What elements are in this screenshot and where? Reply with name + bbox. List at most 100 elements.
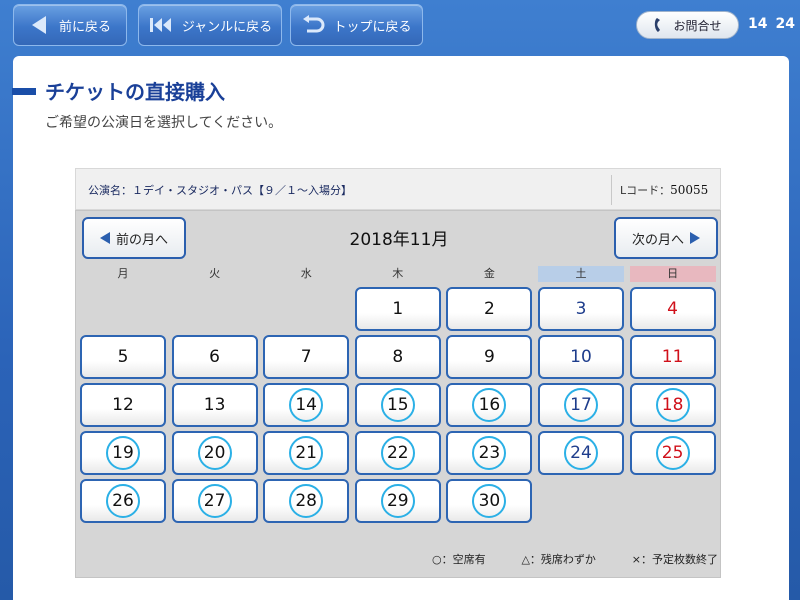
performance-name: 公演名：１デイ・スタジオ・パス【９／１〜入場分】 xyxy=(88,184,352,197)
calendar-day-20[interactable]: 20 xyxy=(171,431,258,475)
calendar-day-5[interactable]: 5 xyxy=(80,335,166,379)
calendar-day-number: 18 xyxy=(655,388,690,422)
legend-sold-out: ×：予定枚数終了 xyxy=(631,553,718,566)
calendar-day-25[interactable]: 25 xyxy=(629,431,716,475)
calendar-day-27[interactable]: 27 xyxy=(171,479,258,523)
calendar-day-number: 2 xyxy=(483,299,495,319)
calendar-day-number: 17 xyxy=(564,388,598,422)
skip-back-icon xyxy=(149,18,171,32)
back-button-label: 前に戻る xyxy=(58,19,111,35)
weekday-header-mon: 月 xyxy=(117,267,129,280)
calendar-day-number: 1 xyxy=(392,299,404,319)
calendar-day-number: 24 xyxy=(564,436,598,470)
calendar-day-number: 14 xyxy=(289,388,324,422)
calendar-day-number: 30 xyxy=(472,484,507,518)
weekday-header-sat: 土 xyxy=(538,266,624,282)
weekday-header-fri: 金 xyxy=(483,267,495,280)
calendar-day-21[interactable]: 21 xyxy=(263,431,350,475)
next-month-label: 次の月へ xyxy=(631,232,684,248)
calendar-day-29[interactable]: 29 xyxy=(354,479,441,523)
triangle-right-icon xyxy=(690,232,700,244)
calendar-day-number: 13 xyxy=(203,395,226,415)
clock: 14 24 xyxy=(748,13,796,35)
calendar-day-number: 10 xyxy=(570,347,592,367)
weekday-header-tue: 火 xyxy=(209,267,221,280)
calendar-day-number: 3 xyxy=(575,299,587,319)
calendar-day-24[interactable]: 24 xyxy=(538,431,624,475)
clock-hour: 14 xyxy=(748,16,768,32)
legend-available: ○：空席有 xyxy=(432,553,486,566)
calendar-day-number: 28 xyxy=(289,484,324,518)
calendar-day-number: 8 xyxy=(392,347,404,367)
calendar-day-number: 20 xyxy=(197,436,232,470)
back-to-top-button[interactable]: トップに戻る xyxy=(290,4,423,46)
calendar-day-number: 4 xyxy=(667,299,678,319)
calendar-day-22[interactable]: 22 xyxy=(354,431,441,475)
calendar-day-7[interactable]: 7 xyxy=(263,335,350,379)
phone-icon xyxy=(655,18,661,32)
legend: ○：空席有 △：残席わずか ×：予定枚数終了 xyxy=(432,551,718,567)
calendar-day-number: 16 xyxy=(472,388,507,422)
arrow-left-icon xyxy=(31,16,46,34)
calendar-day-17[interactable]: 17 xyxy=(538,383,624,427)
calendar-day-12[interactable]: 12 xyxy=(80,383,166,427)
weekday-header-thu: 木 xyxy=(392,267,404,280)
contact-label: お問合せ xyxy=(673,18,722,33)
lcode-value: 50055 xyxy=(670,183,709,197)
calendar-day-number: 23 xyxy=(472,436,507,470)
prev-month-button[interactable]: 前の月へ xyxy=(82,217,186,259)
page-subtitle: ご希望の公演日を選択してください。 xyxy=(45,115,283,131)
calendar-day-11[interactable]: 11 xyxy=(629,335,716,379)
calendar-day-8[interactable]: 8 xyxy=(354,335,441,379)
main-panel: チケットの直接購入 ご希望の公演日を選択してください。 公演名：１デイ・スタジオ… xyxy=(12,56,789,600)
weekday-header-wed: 水 xyxy=(300,267,312,280)
lcode: Lコード：50055 xyxy=(620,182,708,198)
calendar: 前の月へ 2018年11月 次の月へ ○：空席有 △：残席わずか ×：予定枚数終… xyxy=(75,210,721,578)
calendar-day-number: 12 xyxy=(112,395,134,415)
next-month-button[interactable]: 次の月へ xyxy=(614,217,718,259)
calendar-day-number: 26 xyxy=(106,484,140,518)
calendar-day-28[interactable]: 28 xyxy=(263,479,350,523)
page-title: チケットの直接購入 xyxy=(45,80,225,104)
calendar-day-13[interactable]: 13 xyxy=(171,383,258,427)
contact-button[interactable]: お問合せ xyxy=(636,11,739,39)
return-arrow-icon xyxy=(303,15,325,33)
weekday-header-sun: 日 xyxy=(629,266,716,282)
back-to-genre-button[interactable]: ジャンルに戻る xyxy=(138,4,282,46)
calendar-day-19[interactable]: 19 xyxy=(80,431,166,475)
prev-month-label: 前の月へ xyxy=(115,232,168,248)
back-to-genre-label: ジャンルに戻る xyxy=(181,19,273,35)
back-to-top-label: トップに戻る xyxy=(333,19,412,35)
calendar-day-number: 5 xyxy=(117,347,129,367)
calendar-day-1[interactable]: 1 xyxy=(354,287,441,331)
calendar-day-number: 15 xyxy=(380,388,415,422)
lcode-label: Lコード： xyxy=(620,184,671,197)
calendar-day-2[interactable]: 2 xyxy=(446,287,533,331)
calendar-day-23[interactable]: 23 xyxy=(446,431,533,475)
performance-info-bar: 公演名：１デイ・スタジオ・パス【９／１〜入場分】 Lコード：50055 xyxy=(75,168,721,210)
clock-minute: 24 xyxy=(775,16,795,32)
title-accent-bar xyxy=(12,88,36,95)
calendar-day-9[interactable]: 9 xyxy=(446,335,533,379)
calendar-day-number: 7 xyxy=(300,347,312,367)
calendar-day-30[interactable]: 30 xyxy=(446,479,533,523)
calendar-day-3[interactable]: 3 xyxy=(538,287,624,331)
calendar-day-26[interactable]: 26 xyxy=(80,479,166,523)
calendar-day-18[interactable]: 18 xyxy=(629,383,716,427)
calendar-day-15[interactable]: 15 xyxy=(354,383,441,427)
calendar-day-4[interactable]: 4 xyxy=(629,287,716,331)
back-button[interactable]: 前に戻る xyxy=(13,4,127,46)
calendar-day-number: 19 xyxy=(106,436,140,470)
month-title: 2018年11月 xyxy=(349,230,449,250)
calendar-day-10[interactable]: 10 xyxy=(538,335,624,379)
calendar-day-number: 22 xyxy=(380,436,415,470)
calendar-day-number: 27 xyxy=(197,484,232,518)
calendar-day-14[interactable]: 14 xyxy=(263,383,350,427)
info-divider xyxy=(611,175,612,205)
calendar-day-number: 25 xyxy=(655,436,690,470)
calendar-day-number: 29 xyxy=(380,484,415,518)
calendar-day-6[interactable]: 6 xyxy=(171,335,258,379)
calendar-day-16[interactable]: 16 xyxy=(446,383,533,427)
calendar-day-number: 9 xyxy=(483,347,495,367)
calendar-day-number: 21 xyxy=(289,436,324,470)
